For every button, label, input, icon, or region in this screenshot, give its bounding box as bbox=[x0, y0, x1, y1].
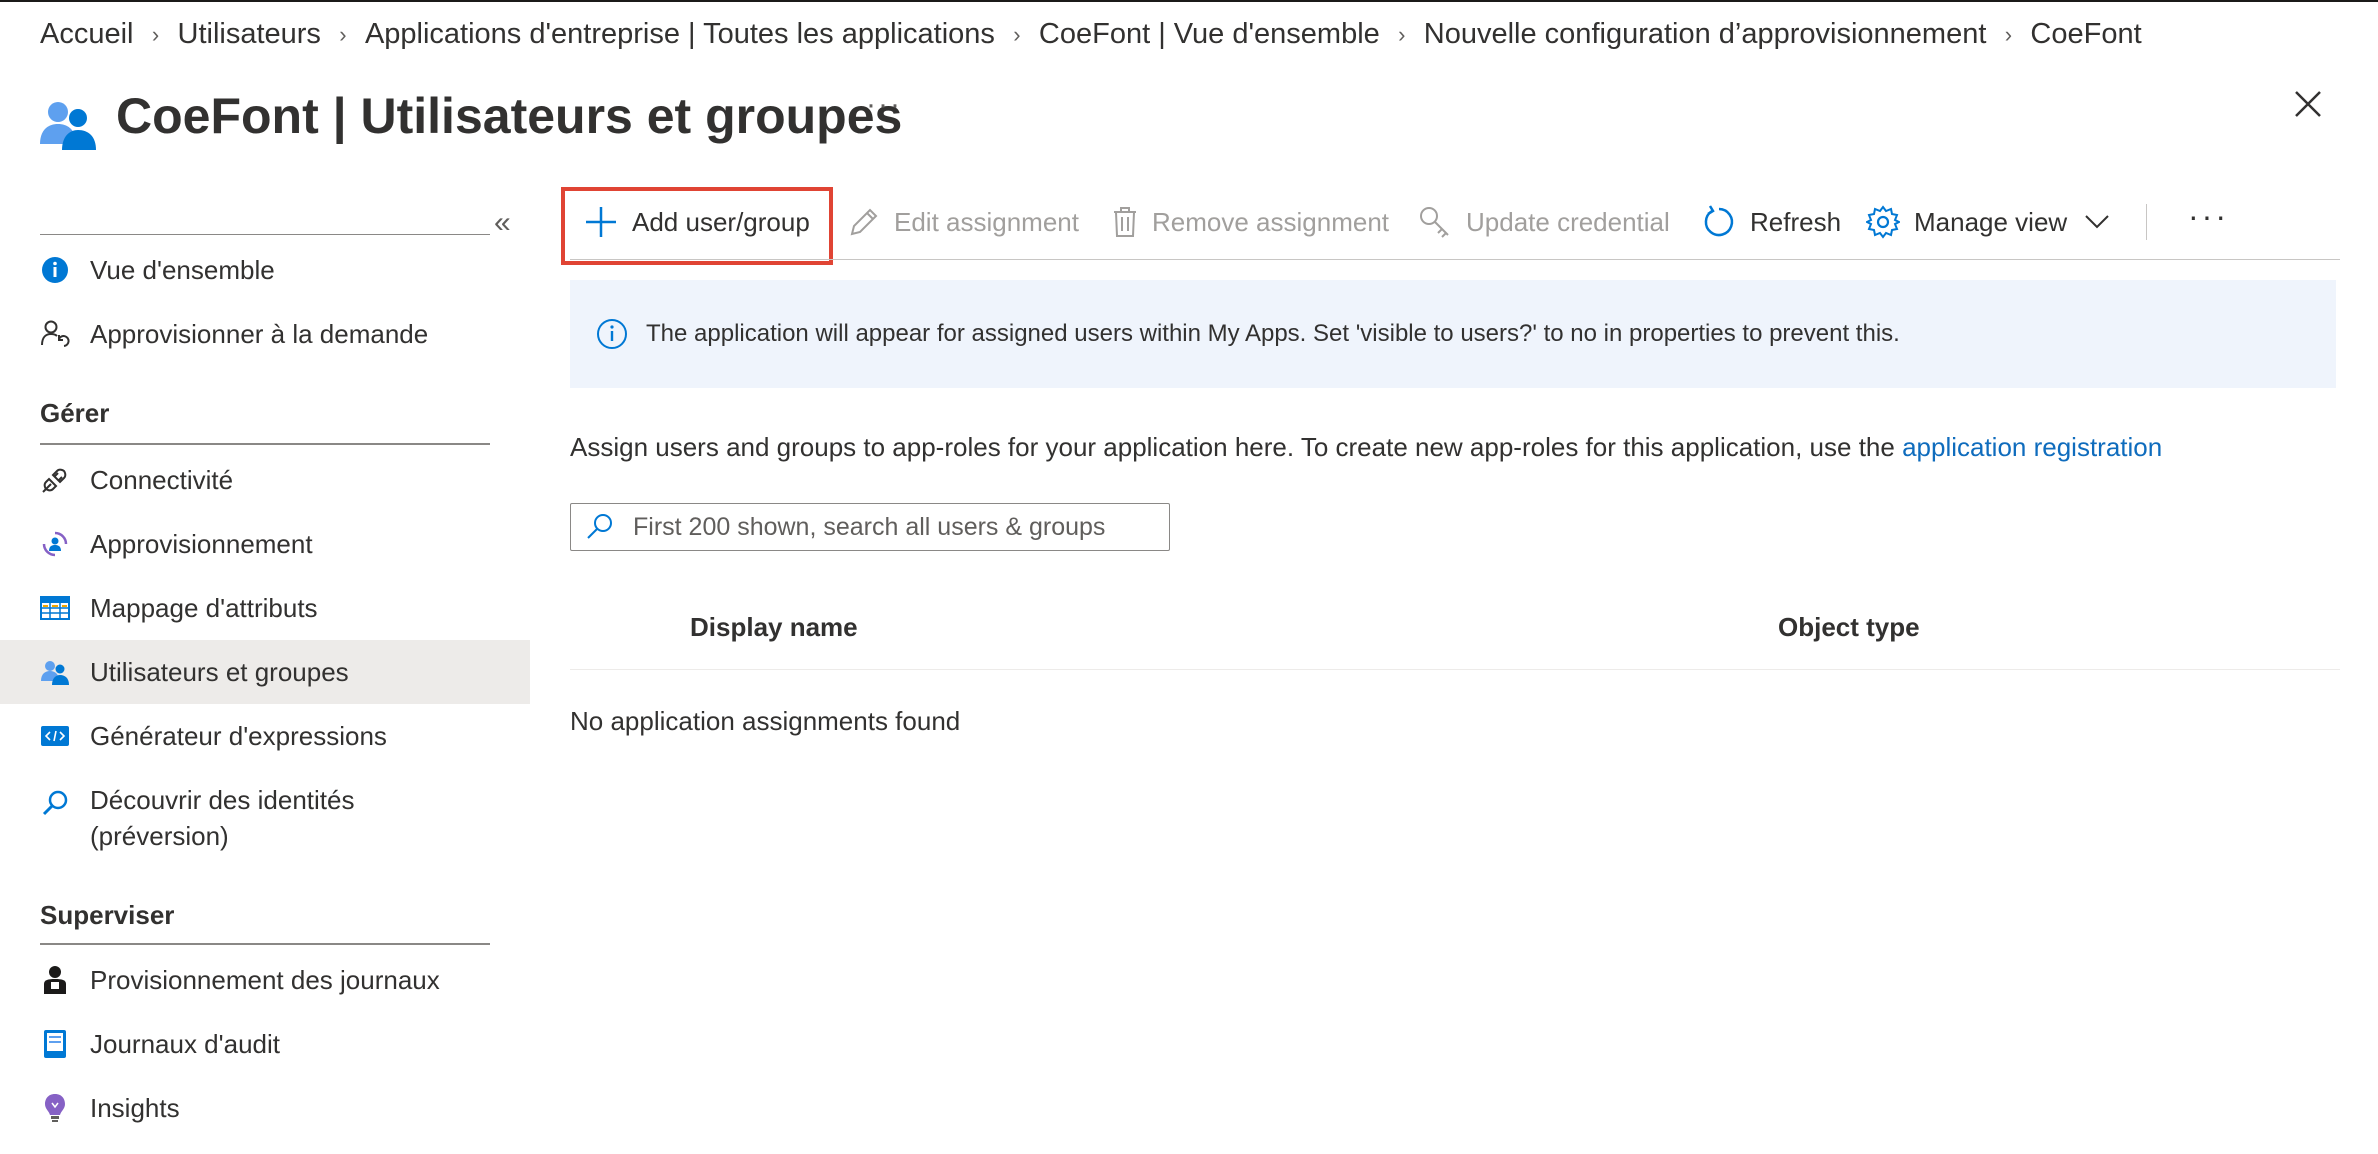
sidebar-item-label: Insights bbox=[90, 1092, 180, 1123]
plus-icon bbox=[584, 205, 618, 239]
sidebar-item-expression-builder[interactable]: Générateur d'expressions bbox=[0, 706, 530, 766]
page-title: CoeFont | Utilisateurs et groupes bbox=[116, 87, 902, 145]
more-options-button[interactable]: ··· bbox=[866, 88, 902, 122]
provisioning-icon bbox=[40, 529, 70, 559]
sidebar-item-label: Connectivité bbox=[90, 464, 234, 495]
chevron-right-icon: › bbox=[1013, 21, 1021, 47]
app-name: CoeFont bbox=[116, 88, 319, 144]
breadcrumb-app-overview[interactable]: CoeFont | Vue d'ensemble bbox=[1039, 18, 1380, 51]
sidebar-item-label: Vue d'ensemble bbox=[90, 254, 275, 285]
empty-table-message: No application assignments found bbox=[570, 706, 961, 736]
sidebar-item-label: Journaux d'audit bbox=[90, 1028, 280, 1059]
toolbar-more-button[interactable]: ··· bbox=[2188, 198, 2229, 235]
breadcrumb-coefont[interactable]: CoeFont bbox=[2030, 18, 2141, 51]
page-title-text: Utilisateurs et groupes bbox=[360, 88, 903, 144]
sidebar-item-provisioning[interactable]: Approvisionnement bbox=[0, 514, 530, 574]
application-registration-link[interactable]: application registration bbox=[1902, 432, 2162, 462]
table-header-divider bbox=[570, 669, 2340, 670]
sidebar-item-label: Générateur d'expressions bbox=[90, 720, 387, 751]
breadcrumb: Accueil › Utilisateurs › Applications d'… bbox=[40, 18, 2142, 51]
pencil-icon bbox=[848, 206, 880, 238]
top-border bbox=[0, 0, 2378, 2]
code-icon bbox=[40, 721, 70, 751]
chevron-right-icon: › bbox=[339, 21, 347, 47]
sidebar-item-label: Approvisionnement bbox=[90, 528, 313, 559]
sidebar-item-label: Approvisionner à la demande bbox=[90, 318, 429, 349]
info-circle-icon bbox=[596, 318, 628, 350]
breadcrumb-utilisateurs[interactable]: Utilisateurs bbox=[178, 18, 321, 51]
sidebar-item-audit-logs[interactable]: Journaux d'audit bbox=[0, 1014, 530, 1074]
label-line-2: (préversion) bbox=[90, 821, 229, 851]
trash-icon bbox=[1112, 206, 1138, 238]
toolbar-divider bbox=[570, 259, 2340, 260]
column-header-display-name[interactable]: Display name bbox=[690, 612, 858, 643]
person-log-icon bbox=[40, 965, 70, 995]
sidebar-item-discover-identities[interactable]: Découvrir des identités (préversion) bbox=[0, 772, 530, 852]
section-heading-manage: Gérer bbox=[40, 398, 110, 428]
sidebar-item-provision-on-demand[interactable]: Approvisionner à la demande bbox=[0, 304, 530, 364]
search-icon bbox=[585, 512, 615, 542]
add-user-group-label: Add user/group bbox=[632, 206, 810, 237]
search-box bbox=[570, 503, 1170, 551]
refresh-icon bbox=[1702, 205, 1736, 239]
breadcrumb-provisioning-config[interactable]: Nouvelle configuration d’approvisionneme… bbox=[1424, 18, 1987, 51]
section-divider bbox=[40, 443, 490, 445]
update-credential-button[interactable]: Update credential bbox=[1418, 196, 1670, 248]
add-user-group-button[interactable]: Add user/group bbox=[584, 196, 810, 248]
breadcrumb-enterprise-apps[interactable]: Applications d'entreprise | Toutes les a… bbox=[365, 18, 995, 51]
remove-assignment-button[interactable]: Remove assignment bbox=[1112, 196, 1389, 248]
label-line-1: Découvrir des identités bbox=[90, 785, 355, 815]
search-icon bbox=[40, 788, 70, 818]
chevron-right-icon: › bbox=[151, 21, 160, 47]
update-credential-label: Update credential bbox=[1466, 206, 1670, 237]
edit-assignment-label: Edit assignment bbox=[894, 206, 1079, 237]
column-header-object-type[interactable]: Object type bbox=[1778, 612, 1920, 643]
collapse-sidebar-button[interactable]: « bbox=[494, 206, 511, 240]
sidebar-divider bbox=[40, 234, 490, 235]
breadcrumb-accueil[interactable]: Accueil bbox=[40, 18, 134, 51]
section-heading-monitor: Superviser bbox=[40, 900, 175, 930]
plug-icon bbox=[40, 465, 70, 495]
remove-assignment-label: Remove assignment bbox=[1152, 206, 1389, 237]
info-banner: The application will appear for assigned… bbox=[570, 280, 2336, 388]
sidebar-item-label: Utilisateurs et groupes bbox=[90, 656, 349, 687]
toolbar-separator bbox=[2146, 204, 2147, 240]
description: Assign users and groups to app-roles for… bbox=[570, 432, 2162, 463]
sidebar-item-users-and-groups[interactable]: Utilisateurs et groupes bbox=[0, 640, 530, 704]
chevron-right-icon: › bbox=[2004, 21, 2013, 47]
users-group-icon bbox=[38, 96, 98, 156]
chevron-right-icon: › bbox=[1398, 21, 1406, 47]
sidebar-item-connectivity[interactable]: Connectivité bbox=[0, 450, 530, 510]
sidebar-item-label: Mappage d'attributs bbox=[90, 592, 318, 623]
lightbulb-icon bbox=[40, 1093, 70, 1123]
close-icon[interactable] bbox=[2290, 86, 2326, 122]
gear-icon bbox=[1866, 205, 1900, 239]
sidebar-item-attribute-mapping[interactable]: Mappage d'attributs bbox=[0, 578, 530, 638]
book-icon bbox=[40, 1029, 70, 1059]
info-banner-text: The application will appear for assigned… bbox=[646, 320, 1900, 347]
page-header: CoeFont | Utilisateurs et groupes bbox=[38, 76, 902, 156]
sidebar-item-label: Découvrir des identités (préversion) bbox=[90, 782, 354, 854]
section-divider bbox=[40, 943, 490, 945]
key-icon bbox=[1418, 205, 1452, 239]
user-sync-icon bbox=[40, 319, 70, 349]
sidebar-item-label: Provisionnement des journaux bbox=[90, 964, 440, 995]
sidebar-item-overview[interactable]: Vue d'ensemble bbox=[0, 240, 530, 300]
info-icon bbox=[40, 255, 70, 285]
manage-view-button[interactable]: Manage view bbox=[1866, 196, 2109, 248]
chevron-down-icon bbox=[2085, 215, 2109, 229]
manage-view-label: Manage view bbox=[1914, 206, 2068, 237]
sidebar-item-provisioning-logs[interactable]: Provisionnement des journaux bbox=[0, 950, 530, 1010]
refresh-button[interactable]: Refresh bbox=[1702, 196, 1841, 248]
description-text: Assign users and groups to app-roles for… bbox=[570, 432, 1903, 462]
users-icon bbox=[40, 657, 70, 687]
table-icon bbox=[40, 593, 70, 623]
title-separator: | bbox=[318, 88, 361, 144]
sidebar-item-insights[interactable]: Insights bbox=[0, 1078, 530, 1138]
refresh-label: Refresh bbox=[1750, 206, 1842, 237]
search-input[interactable] bbox=[633, 512, 1153, 542]
edit-assignment-button[interactable]: Edit assignment bbox=[848, 196, 1079, 248]
